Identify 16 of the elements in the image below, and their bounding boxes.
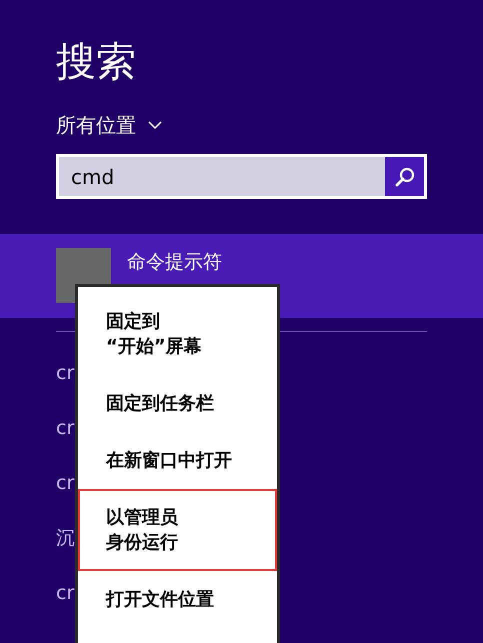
scope-dropdown[interactable]: 所有位置	[56, 112, 162, 138]
menu-item[interactable]: 以管理员 身份运行	[78, 489, 277, 571]
page-title: 搜索	[56, 38, 136, 86]
chevron-down-icon	[148, 120, 162, 130]
result-label[interactable]: cr	[56, 360, 74, 386]
menu-item[interactable]: 固定到任务栏	[78, 375, 277, 432]
menu-item[interactable]: 打开文件位置	[78, 571, 277, 628]
search-field[interactable]: cmd	[59, 157, 385, 196]
result-label[interactable]: cr	[56, 580, 74, 606]
result-label[interactable]: cr	[56, 470, 74, 496]
menu-item[interactable]: 在新窗口中打开	[78, 432, 277, 489]
result-label[interactable]: cr	[56, 415, 74, 441]
result-label: 命令提示符	[127, 250, 222, 275]
search-button[interactable]	[385, 157, 424, 196]
result-label[interactable]: 沉	[56, 525, 75, 551]
search-icon	[394, 166, 416, 188]
